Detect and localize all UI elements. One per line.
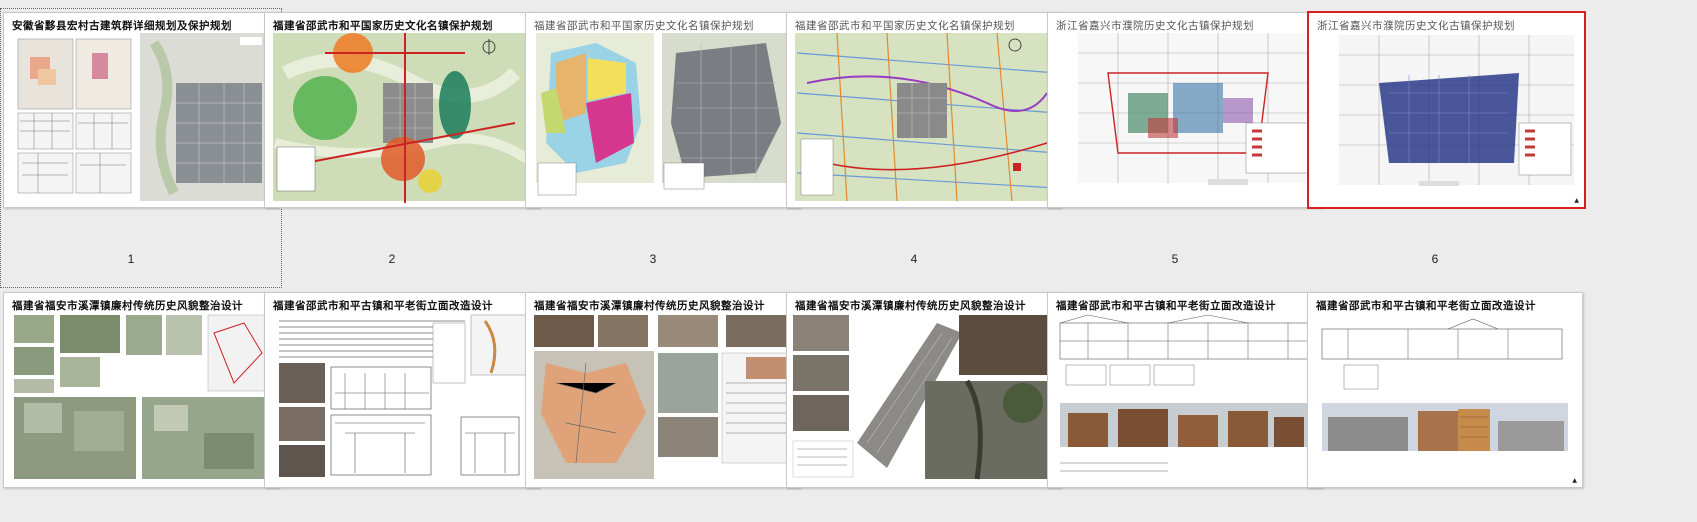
slide-thumbnail-9[interactable]: 福建省福安市溪潭镇廉村传统历史风貌整治设计 ▲ — [525, 292, 801, 488]
slide-1-drawing — [17, 33, 272, 201]
slide-thumbnail-12[interactable]: 福建省邵武市和平古镇和平老街立面改造设计 ▲ — [1307, 292, 1583, 488]
slide-thumbnail-8[interactable]: 福建省邵武市和平古镇和平老街立面改造设计 ▲ — [264, 292, 540, 488]
slide-3-drawing — [536, 33, 792, 196]
slide-2-drawing — [273, 33, 536, 203]
slide-corner-mark: ▲ — [1572, 477, 1577, 484]
legend-icon — [537, 162, 577, 196]
legend-icon — [276, 146, 316, 192]
slide-8-drawing — [279, 314, 532, 477]
slide-thumbnail-10[interactable]: 福建省福安市溪潭镇廉村传统历史风貌整治设计 ▲ — [786, 292, 1062, 488]
slide-9-drawing — [534, 315, 791, 479]
slide-6-drawing — [1339, 35, 1574, 186]
slide-number-2: 2 — [388, 252, 396, 266]
slide-thumbnail-11[interactable]: 福建省邵武市和平古镇和平老街立面改造设计 ▲ — [1047, 292, 1323, 488]
slide-12-drawing — [1321, 318, 1568, 451]
slide-thumbnail-5[interactable]: 浙江省嘉兴市濮院历史文化古镇保护规划 ▲ — [1047, 12, 1323, 208]
slide-number-4: 4 — [910, 252, 918, 266]
slide-number-6: 6 — [1431, 252, 1439, 266]
legend-icon — [800, 138, 834, 196]
slide-corner-mark: ▲ — [1574, 197, 1579, 204]
slide-number-5: 5 — [1171, 252, 1179, 266]
slide-thumbnail-1[interactable]: 安徽省黟县宏村古建筑群详细规划及保护规划 — [3, 12, 279, 208]
slide-5-drawing — [1078, 33, 1313, 185]
slide-number-3: 3 — [649, 252, 657, 266]
slide-thumbnail-6[interactable]: 浙江省嘉兴市濮院历史文化古镇保护规划 ▲ — [1307, 11, 1586, 209]
slide-thumbnail-7[interactable]: 福建省福安市溪潭镇廉村传统历史风貌整治设计 ▲ — [3, 292, 279, 488]
slide-thumbnail-2[interactable]: 福建省邵武市和平国家历史文化名镇保护规划 ▲ — [264, 12, 540, 208]
slide-thumbnail-4[interactable]: 福建省邵武市和平国家历史文化名镇保护规划 ▲ — [786, 12, 1062, 208]
slide-row-2: 福建省福安市溪潭镇廉村传统历史风貌整治设计 ▲ — [0, 292, 1697, 492]
slide-sorter-strip: 安徽省黟县宏村古建筑群详细规划及保护规划 福建省邵武市和平国家历史文化名镇保护规… — [0, 0, 1697, 522]
slide-row-1: 安徽省黟县宏村古建筑群详细规划及保护规划 福建省邵武市和平国家历史文化名镇保护规… — [0, 10, 1697, 210]
slide-10-drawing — [792, 315, 1051, 480]
slide-number-1: 1 — [127, 252, 135, 266]
slide-4-drawing — [795, 32, 1058, 202]
slide-11-drawing — [1059, 314, 1311, 472]
slide-thumbnail-3[interactable]: 福建省邵武市和平国家历史文化名镇保护规划 ▲ — [525, 12, 801, 208]
slide-7-drawing — [14, 314, 269, 479]
